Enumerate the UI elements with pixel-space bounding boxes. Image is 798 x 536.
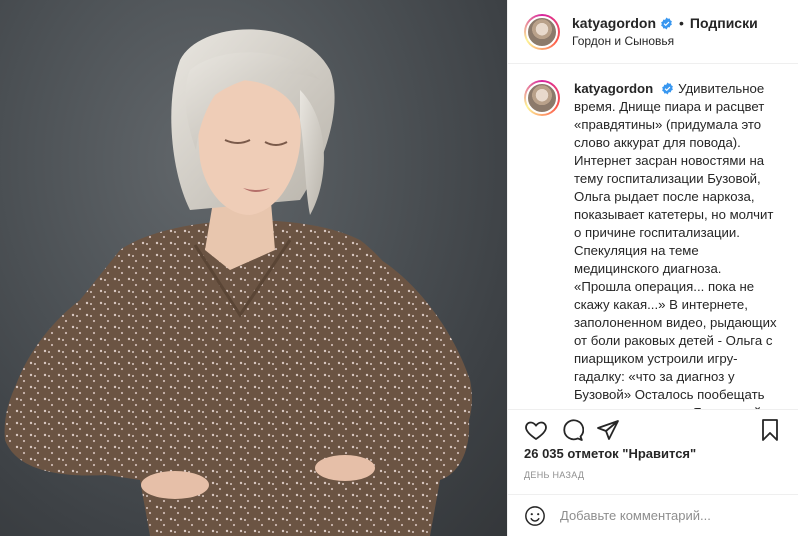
location-link[interactable]: Гордон и Сыновья [572,34,758,48]
caption-verified-badge-icon [662,82,674,95]
header-separator: • [679,15,684,31]
instagram-post: katyagordon • Подписки Гордон и Сыновья … [0,0,798,536]
caption-body: Удивительное время. Днище пиара и расцве… [574,81,777,409]
comment-icon[interactable] [560,418,584,442]
action-bar [508,409,798,449]
caption-avatar[interactable] [524,80,560,116]
likes-count[interactable]: 26 035 отметок "Нравится" [524,446,696,461]
share-icon[interactable] [596,418,620,442]
heart-icon[interactable] [524,418,548,442]
author-meta: katyagordon • Подписки Гордон и Сыновья [572,15,758,48]
post-timestamp[interactable]: ДЕНЬ НАЗАД [524,470,584,480]
emoji-icon[interactable] [524,505,546,527]
author-avatar[interactable] [524,13,560,50]
post-sidebar: katyagordon • Подписки Гордон и Сыновья … [507,0,798,536]
verified-badge-icon [661,17,672,29]
post-header: katyagordon • Подписки Гордон и Сыновья [508,0,798,64]
caption-username[interactable]: katyagordon [574,81,653,96]
caption-text-block: katyagordon Удивительное время. Днище пиа… [574,80,782,409]
following-button[interactable]: Подписки [690,15,758,31]
comment-box [508,494,798,536]
bookmark-icon[interactable] [758,418,782,442]
author-username[interactable]: katyagordon [572,15,656,31]
woman-portrait-illustration [4,29,472,536]
post-caption: katyagordon Удивительное время. Днище пиа… [508,64,798,409]
comment-input[interactable] [558,507,782,524]
post-photo[interactable] [0,0,507,536]
